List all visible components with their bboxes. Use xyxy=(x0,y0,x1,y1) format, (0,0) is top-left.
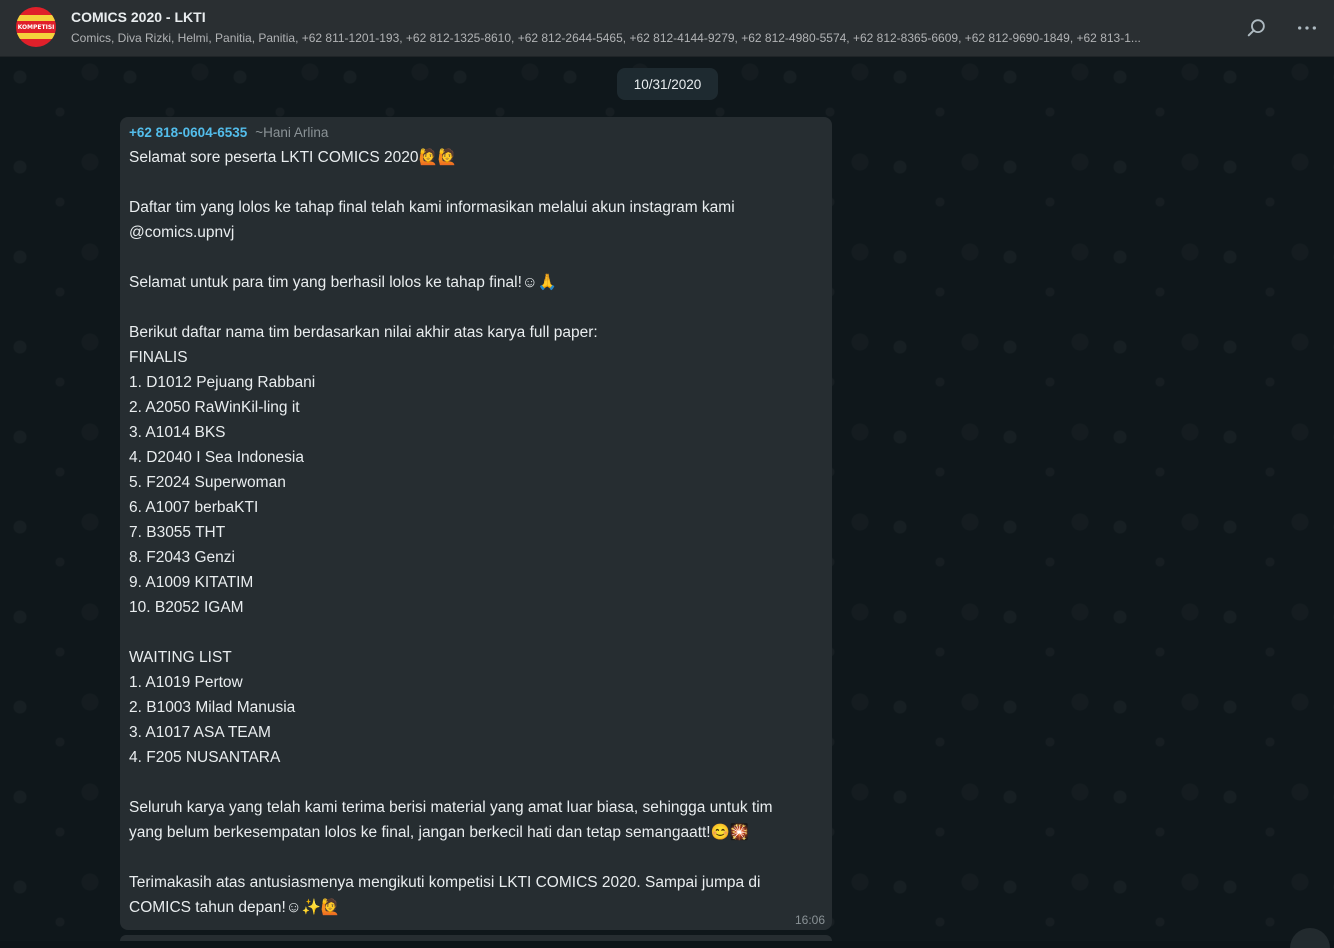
chat-header[interactable]: KOMPETISI COMICS 2020 - LKTI Comics, Div… xyxy=(0,0,1334,57)
avatar-stripe xyxy=(16,15,56,21)
message-line: 4. D2040 I Sea Indonesia xyxy=(129,449,304,466)
message-line: 3. A1014 BKS xyxy=(129,424,226,441)
search-button[interactable] xyxy=(1244,15,1270,41)
message-line: 4. F205 NUSANTARA xyxy=(129,749,281,766)
message-line xyxy=(129,845,819,870)
message-bubble[interactable]: +62 818-0604-6535 ~Hani Arlina Selamat s… xyxy=(120,117,832,930)
more-vertical-icon xyxy=(1298,26,1316,30)
message-line: 1. A1019 Pertow xyxy=(129,674,243,691)
message-line: 6. A1007 berbaKTI xyxy=(129,499,259,516)
next-message-bubble[interactable] xyxy=(120,935,832,941)
message-line: 2. A2050 RaWinKil-ling it xyxy=(129,399,300,416)
message-line xyxy=(129,620,819,645)
message-time: 16:06 xyxy=(794,913,825,927)
message-line: 9. A1009 KITATIM xyxy=(129,574,254,591)
message-line: Seluruh karya yang telah kami terima ber… xyxy=(129,799,773,816)
message-line: 8. F2043 Genzi xyxy=(129,549,235,566)
message-line: WAITING LIST xyxy=(129,649,232,666)
message-line xyxy=(129,770,819,795)
message-line: @comics.upnvj xyxy=(129,224,235,241)
avatar-stripe xyxy=(16,33,56,39)
message-line: Berikut daftar nama tim berdasarkan nila… xyxy=(129,324,598,341)
menu-button[interactable] xyxy=(1294,15,1320,41)
group-avatar[interactable]: KOMPETISI xyxy=(16,7,56,47)
message-line xyxy=(129,170,819,195)
message-line: Selamat untuk para tim yang berhasil lol… xyxy=(129,274,558,291)
message-text: Selamat sore peserta LKTI COMICS 2020🙋🙋 D… xyxy=(129,145,819,920)
message-line: 1. D1012 Pejuang Rabbani xyxy=(129,374,316,391)
message-line: 3. A1017 ASA TEAM xyxy=(129,724,271,741)
chat-title[interactable]: COMICS 2020 - LKTI xyxy=(71,9,206,25)
message-line: Selamat sore peserta LKTI COMICS 2020🙋🙋 xyxy=(129,149,458,166)
sender-name: ~Hani Arlina xyxy=(255,125,329,140)
message-line: yang belum berkesempatan lolos ke final,… xyxy=(129,824,750,841)
search-icon xyxy=(1247,19,1265,37)
message-line: 10. B2052 IGAM xyxy=(129,599,244,616)
message-line: 7. B3055 THT xyxy=(129,524,226,541)
date-chip: 10/31/2020 xyxy=(617,68,718,100)
avatar-label: KOMPETISI xyxy=(17,23,55,31)
message-line: 5. F2024 Superwoman xyxy=(129,474,286,491)
sender-phone[interactable]: +62 818-0604-6535 xyxy=(129,125,247,140)
participants-list[interactable]: Comics, Diva Rizki, Helmi, Panitia, Pani… xyxy=(71,31,1221,45)
message-line xyxy=(129,295,819,320)
message-line: 2. B1003 Milad Manusia xyxy=(129,699,296,716)
message-line: COMICS tahun depan!☺✨🙋 xyxy=(129,899,341,916)
message-line xyxy=(129,245,819,270)
message-line: Daftar tim yang lolos ke tahap final tel… xyxy=(129,199,735,216)
sender-row: +62 818-0604-6535 ~Hani Arlina xyxy=(129,125,823,145)
message-line: FINALIS xyxy=(129,349,188,366)
message-line: Terimakasih atas antusiasmenya mengikuti… xyxy=(129,874,761,891)
